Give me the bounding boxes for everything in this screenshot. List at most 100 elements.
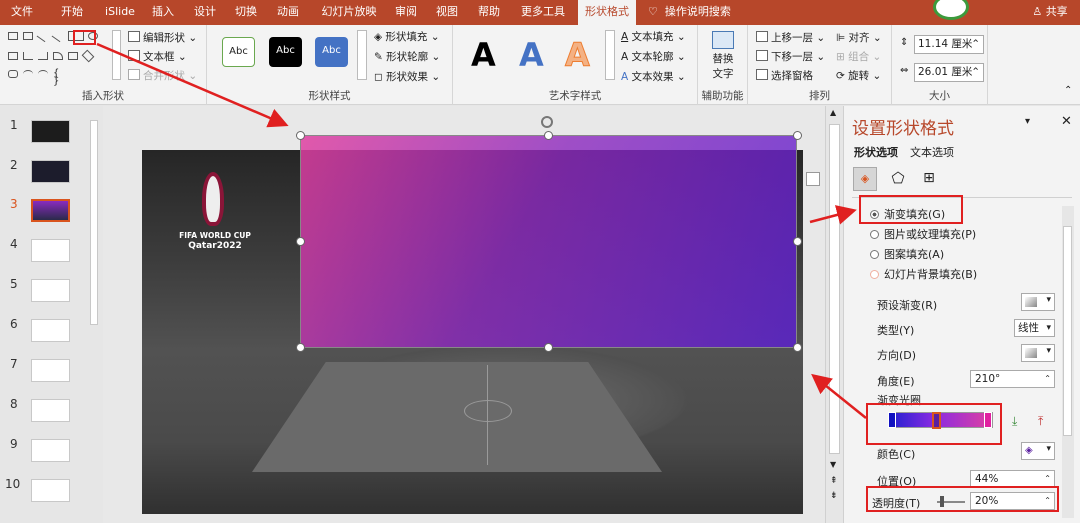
tab-design[interactable]: 设计 xyxy=(188,0,222,25)
style-sample-blue[interactable]: Abc xyxy=(315,37,348,67)
type-dropdown[interactable]: 线性 ▾ xyxy=(1014,319,1055,337)
tab-text-options[interactable]: 文本选项 xyxy=(910,144,954,160)
rotate-handle[interactable] xyxy=(541,116,553,128)
radio-pattern-fill[interactable] xyxy=(870,250,879,259)
tab-transitions[interactable]: 切换 xyxy=(229,0,263,25)
group-button[interactable]: ⊞ 组合 ⌄ xyxy=(836,49,881,64)
tab-shape-options[interactable]: 形状选项 xyxy=(854,144,898,160)
option-pattern-fill[interactable]: 图案填充(A) xyxy=(870,246,944,262)
radio-background-fill[interactable] xyxy=(870,270,879,279)
wordart-sample-black[interactable]: A xyxy=(471,37,496,73)
text-outline-button[interactable]: A 文本轮廓 ⌄ xyxy=(621,49,686,64)
align-button[interactable]: ⊫ 对齐 ⌄ xyxy=(836,30,882,45)
resize-handle-tr[interactable] xyxy=(793,131,802,140)
resize-handle-tl[interactable] xyxy=(296,131,305,140)
tab-review[interactable]: 审阅 xyxy=(389,0,423,25)
style-sample-outline[interactable]: Abc xyxy=(222,37,255,67)
prev-slide-icon[interactable]: ⇞ xyxy=(830,476,838,486)
width-input[interactable]: 26.01 厘米 ⌃ xyxy=(914,63,984,82)
slide-thumbnail-9[interactable] xyxy=(31,439,70,462)
next-slide-icon[interactable]: ⇟ xyxy=(830,491,838,501)
send-backward-button[interactable]: 下移一层 ⌄ xyxy=(756,49,825,64)
remove-stop-icon[interactable]: ⤒ xyxy=(1038,414,1054,430)
share-button[interactable]: ♙ 共享 xyxy=(1025,0,1075,25)
angle-spinner[interactable]: ⌃ xyxy=(1044,371,1051,387)
pane-scroll-thumb[interactable] xyxy=(1063,226,1072,436)
wordart-sample-orange[interactable]: A xyxy=(565,37,591,74)
text-box-button[interactable]: 文本框 ⌄ xyxy=(128,49,187,64)
styles-gallery-scroll[interactable] xyxy=(357,30,367,80)
slide-thumbnail-7[interactable] xyxy=(31,359,70,382)
slide-thumbnail-4[interactable] xyxy=(31,239,70,262)
slide-thumbnail-6[interactable] xyxy=(31,319,70,342)
preset-gradient-dropdown[interactable]: ▾ xyxy=(1021,293,1055,311)
resize-handle-l[interactable] xyxy=(296,237,305,246)
slide-thumbnail-10[interactable] xyxy=(31,479,70,502)
thumbnail-scroll-thumb[interactable] xyxy=(90,120,98,325)
gradient-rectangle-shape[interactable] xyxy=(300,135,797,348)
rotate-button[interactable]: ⟳ 旋转 ⌄ xyxy=(836,68,881,83)
scroll-up-icon[interactable]: ▲ xyxy=(830,108,836,117)
position-spinner[interactable]: ⌃ xyxy=(1044,471,1051,487)
slide-thumbnail-2[interactable] xyxy=(31,160,70,183)
direction-dropdown[interactable]: ▾ xyxy=(1021,344,1055,362)
slide-thumbnail-1[interactable] xyxy=(31,120,70,143)
resize-handle-t[interactable] xyxy=(544,131,553,140)
scroll-down-icon[interactable]: ▼ xyxy=(830,460,836,469)
thumbnail-scrollbar[interactable] xyxy=(88,106,100,516)
tab-view[interactable]: 视图 xyxy=(430,0,464,25)
collapse-ribbon-icon[interactable]: ⌃ xyxy=(1064,85,1072,96)
text-fill-button[interactable]: A 文本填充 ⌄ xyxy=(621,29,686,44)
canvas-scroll-thumb[interactable] xyxy=(829,124,840,454)
slide-thumbnail-3[interactable] xyxy=(31,199,70,222)
tab-shape-format[interactable]: 形状格式 xyxy=(578,0,636,25)
shape-fill-button[interactable]: ◈ 形状填充 ⌄ xyxy=(374,29,440,44)
tab-more-tools[interactable]: 更多工具 xyxy=(515,0,571,25)
height-spinner[interactable]: ⌃ xyxy=(971,36,980,53)
tab-help[interactable]: 帮助 xyxy=(472,0,506,25)
width-spinner[interactable]: ⌃ xyxy=(971,64,980,81)
size-properties-icon[interactable]: ⊞ xyxy=(917,167,941,191)
fill-line-icon[interactable]: ◈ xyxy=(853,167,877,191)
shape-outline-button[interactable]: ✎ 形状轮廓 ⌄ xyxy=(374,49,440,64)
option-picture-fill[interactable]: 图片或纹理填充(P) xyxy=(870,226,976,242)
wordart-gallery-scroll[interactable] xyxy=(605,30,615,80)
close-icon[interactable]: ✕ xyxy=(1061,114,1072,129)
color-picker-dropdown[interactable]: ◈ ▾ xyxy=(1021,442,1055,460)
tab-slideshow[interactable]: 幻灯片放映 xyxy=(316,0,382,25)
canvas-scrollbar[interactable]: ▲ ▼ ⇞ ⇟ xyxy=(825,106,843,523)
annotation-box-gradient-stops xyxy=(866,403,1002,445)
resize-handle-bl[interactable] xyxy=(296,343,305,352)
merge-shapes-button[interactable]: 合并形状 ⌄ xyxy=(128,68,197,83)
tab-home[interactable]: 开始 xyxy=(52,0,92,25)
bring-forward-button[interactable]: 上移一层 ⌄ xyxy=(756,30,825,45)
resize-handle-b[interactable] xyxy=(544,343,553,352)
shapes-scroll[interactable] xyxy=(112,30,121,80)
edit-shape-button[interactable]: 编辑形状 ⌄ xyxy=(128,30,197,45)
text-effects-button[interactable]: A 文本效果 ⌄ xyxy=(621,69,686,84)
slide-thumbnail-5[interactable] xyxy=(31,279,70,302)
style-sample-black[interactable]: Abc xyxy=(269,37,302,67)
alt-text-button[interactable]: 替换 文字 xyxy=(704,31,742,83)
layout-options-button[interactable] xyxy=(806,172,820,186)
resize-handle-br[interactable] xyxy=(793,343,802,352)
angle-input[interactable]: 210° ⌃ xyxy=(970,370,1055,388)
tab-animations[interactable]: 动画 xyxy=(271,0,305,25)
selection-pane-button[interactable]: 选择窗格 xyxy=(756,68,813,83)
resize-handle-r[interactable] xyxy=(793,237,802,246)
tab-islide[interactable]: iSlide xyxy=(100,0,140,25)
height-input[interactable]: 11.14 厘米 ⌃ xyxy=(914,35,984,54)
tab-file[interactable]: 文件 xyxy=(4,0,40,25)
effects-pentagon-icon[interactable]: ⬠ xyxy=(886,167,910,191)
tell-me-search[interactable]: ♡ 操作说明搜索 xyxy=(648,0,746,25)
shape-effects-button[interactable]: ◻ 形状效果 ⌄ xyxy=(374,69,440,84)
slide-thumbnail-8[interactable] xyxy=(31,399,70,422)
radio-picture-fill[interactable] xyxy=(870,230,879,239)
add-stop-icon[interactable]: ⤓ xyxy=(1012,414,1028,430)
pane-scrollbar[interactable] xyxy=(1062,206,1074,518)
wordart-sample-blue[interactable]: A xyxy=(519,37,544,73)
pane-options-icon[interactable]: ▾ xyxy=(1025,116,1030,127)
option-background-fill[interactable]: 幻灯片背景填充(B) xyxy=(870,266,977,282)
shape-gallery[interactable]: { } xyxy=(6,29,116,87)
tab-insert[interactable]: 插入 xyxy=(146,0,180,25)
